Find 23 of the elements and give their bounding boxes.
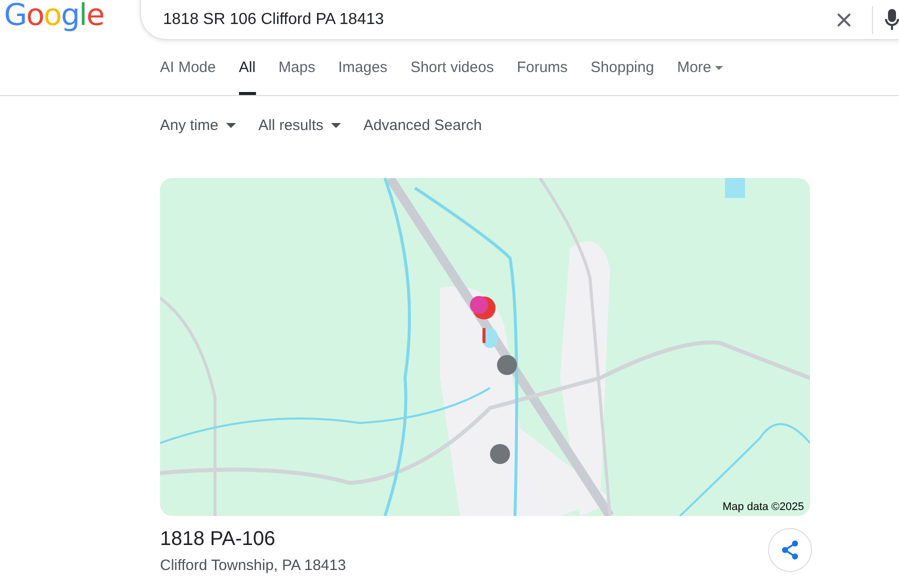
nav-tab[interactable]: AI Mode [160, 40, 216, 95]
filter-dropdown[interactable]: All results [258, 116, 342, 134]
search-field[interactable]: 1818 SR 106 Clifford PA 18413 [161, 0, 836, 30]
nav-tab[interactable]: Maps [278, 40, 316, 95]
caret-icon [226, 122, 236, 128]
caret-icon [715, 66, 724, 70]
nav-tab[interactable]: Short videos [410, 40, 494, 95]
share-icon [781, 540, 799, 560]
nav-tab[interactable]: All [238, 40, 256, 95]
nav-tab[interactable]: Forums [516, 40, 568, 95]
advanced-search-link[interactable]: Advanced Search [363, 116, 482, 134]
filter-dropdown[interactable]: Any time [160, 116, 236, 134]
nav-tab[interactable]: Images [338, 40, 388, 95]
nav-tab[interactable]: More [677, 40, 724, 95]
google-logo[interactable]: Google [4, 0, 140, 32]
close-icon[interactable] [836, 12, 852, 28]
share-button[interactable] [768, 528, 812, 572]
microphone-icon[interactable] [885, 9, 899, 31]
map-attribution: Map data ©2025 [722, 501, 804, 513]
caret-icon [331, 122, 342, 128]
place-address: Clifford Township, PA 18413 [160, 557, 346, 574]
nav-tab[interactable]: Shopping [590, 40, 654, 95]
place-title: 1818 PA-106 [160, 528, 276, 551]
